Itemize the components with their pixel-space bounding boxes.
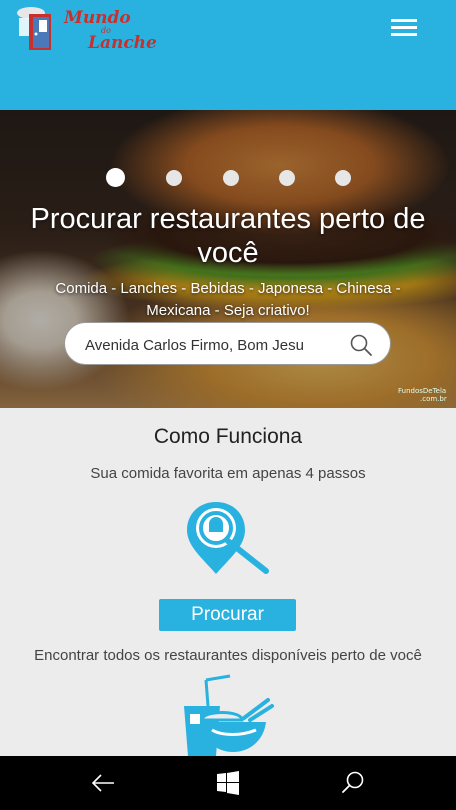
address-search-input[interactable] — [85, 334, 345, 356]
search-icon[interactable] — [340, 770, 366, 796]
windows-icon[interactable] — [215, 770, 241, 796]
hero-title: Procurar restaurantes perto de você — [30, 203, 426, 269]
location-search-icon — [187, 502, 269, 574]
carousel-indicators — [0, 168, 456, 188]
food-drink-icon — [184, 674, 274, 756]
logo[interactable]: Mundo do Lanche — [15, 4, 157, 54]
section-title: Como Funciona — [153, 425, 303, 448]
section-subtitle: Sua comida favorita em apenas 4 passos — [90, 465, 366, 482]
address-search-bar — [64, 322, 391, 365]
carousel-dot-4[interactable] — [279, 170, 295, 186]
logo-text-mundo: Mundo — [64, 8, 131, 28]
search-icon[interactable] — [348, 332, 374, 358]
carousel-dot-3[interactable] — [223, 170, 239, 186]
step-description: Encontrar todos os restaurantes disponív… — [34, 647, 422, 664]
how-it-works-section: Como Funciona Sua comida favorita em ape… — [0, 408, 456, 756]
carousel-dot-2[interactable] — [166, 170, 182, 186]
watermark-line-1: FundosDeTela — [398, 387, 447, 395]
back-arrow-icon[interactable] — [90, 770, 116, 796]
app-page: Mundo do Lanche Procurar restaurantes pe… — [0, 0, 456, 810]
procurar-button[interactable]: Procurar — [159, 599, 296, 631]
hamburger-menu-icon[interactable] — [388, 16, 420, 40]
carousel-dot-1[interactable] — [106, 168, 125, 187]
hero-banner: Procurar restaurantes perto de você Comi… — [0, 110, 456, 408]
menu-bar — [391, 33, 417, 36]
menu-bar — [391, 19, 417, 22]
system-navigation-bar — [0, 756, 456, 810]
watermark-line-2: .com.br — [420, 395, 447, 403]
top-header: Mundo do Lanche — [0, 0, 456, 110]
logo-text-lanche: Lanche — [88, 33, 157, 53]
hero-subtitle: Comida - Lanches - Bebidas - Japonesa - … — [55, 280, 401, 319]
carousel-dot-5[interactable] — [335, 170, 351, 186]
menu-bar — [391, 26, 417, 29]
image-watermark: FundosDeTela .com.br — [398, 387, 447, 403]
restaurant-door-logo-icon — [17, 7, 51, 50]
